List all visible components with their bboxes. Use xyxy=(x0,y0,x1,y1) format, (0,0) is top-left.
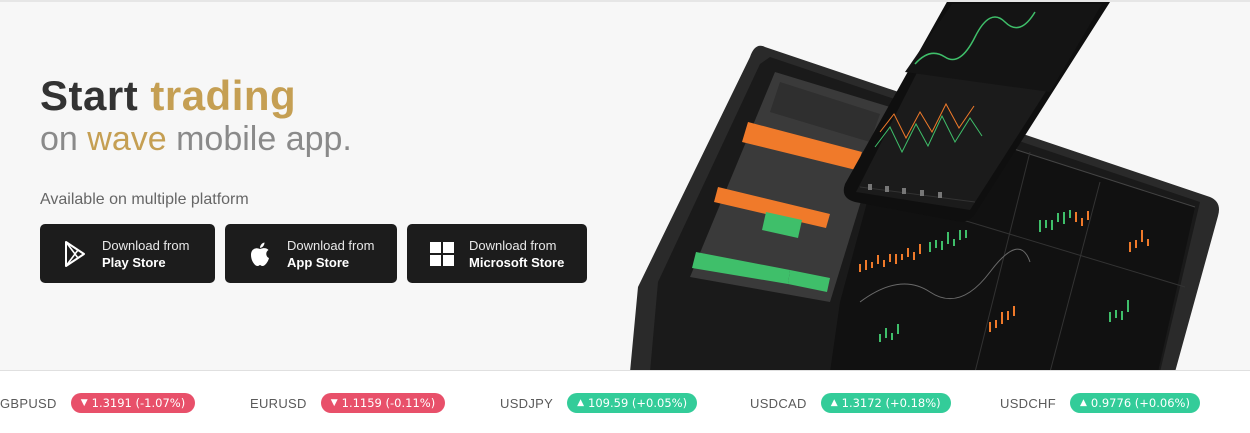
play-store-icon xyxy=(62,240,88,268)
price-change-value: 1.3172 (+0.18%) xyxy=(841,396,941,410)
up-arrow-icon: ▲ xyxy=(830,398,838,408)
title-text: Start xyxy=(40,72,151,119)
app-store-button[interactable]: Download from App Store xyxy=(225,224,397,283)
windows-icon xyxy=(429,240,455,268)
price-change-badge: ▼ 1.3191 (-1.07%) xyxy=(70,393,196,413)
microsoft-store-button[interactable]: Download from Microsoft Store xyxy=(407,224,587,283)
down-arrow-icon: ▼ xyxy=(80,398,88,408)
app-store-label: App Store xyxy=(287,254,350,270)
ticker-item[interactable]: USDCHF ▲ 0.9776 (+0.06%) xyxy=(1000,393,1200,413)
microsoft-store-label: Microsoft Store xyxy=(469,254,565,270)
up-arrow-icon: ▲ xyxy=(1079,398,1087,408)
headline: Start trading on wave mobile app. xyxy=(40,72,352,159)
price-change-value: 0.9776 (+0.06%) xyxy=(1090,396,1190,410)
play-store-button[interactable]: Download from Play Store xyxy=(40,224,215,283)
price-change-value: 1.3191 (-1.07%) xyxy=(91,396,186,410)
up-arrow-icon: ▲ xyxy=(577,398,585,408)
app-store-small-label: Download from xyxy=(287,237,375,253)
ticker-symbol: USDCHF xyxy=(1000,395,1056,411)
ticker-item[interactable]: USDJPY ▲ 109.59 (+0.05%) xyxy=(500,393,698,413)
ticker-symbol: EURUSD xyxy=(250,395,307,411)
price-ticker: GBPUSD ▼ 1.3191 (-1.07%) EURUSD ▼ 1.1159 (… xyxy=(0,370,1250,433)
download-buttons: Download from Play Store Download from A… xyxy=(40,224,587,283)
title-highlight: trading xyxy=(150,72,297,119)
hero-title: Start trading xyxy=(40,72,352,119)
play-store-label: Play Store xyxy=(102,254,166,270)
hero-subtitle: on wave mobile app. xyxy=(40,120,352,159)
ticker-symbol: USDCAD xyxy=(750,395,807,411)
ticker-symbol: GBPUSD xyxy=(0,395,57,411)
price-change-badge: ▲ 109.59 (+0.05%) xyxy=(567,393,698,413)
subtitle-text-end: mobile app. xyxy=(166,120,352,159)
subtitle-highlight: wave xyxy=(87,120,167,159)
price-change-value: 109.59 (+0.05%) xyxy=(588,396,688,410)
subtitle-text: on xyxy=(40,120,88,159)
hero-section: Start trading on wave mobile app. Availa… xyxy=(0,0,1250,370)
ticker-item[interactable]: GBPUSD ▼ 1.3191 (-1.07%) xyxy=(0,393,196,413)
price-change-badge: ▼ 1.1159 (-0.11%) xyxy=(320,393,446,413)
ticker-item[interactable]: EURUSD ▼ 1.1159 (-0.11%) xyxy=(250,393,446,413)
apple-icon xyxy=(247,240,273,268)
price-change-badge: ▲ 1.3172 (+0.18%) xyxy=(820,393,951,413)
microsoft-store-small-label: Download from xyxy=(469,237,557,253)
price-change-badge: ▲ 0.9776 (+0.06%) xyxy=(1069,393,1200,413)
available-platforms-text: Available on multiple platform xyxy=(40,191,249,208)
ticker-symbol: USDJPY xyxy=(500,395,554,411)
down-arrow-icon: ▼ xyxy=(330,398,338,408)
play-store-small-label: Download from xyxy=(102,237,190,253)
price-change-value: 1.1159 (-0.11%) xyxy=(341,396,436,410)
ticker-item[interactable]: USDCAD ▲ 1.3172 (+0.18%) xyxy=(750,393,951,413)
tablet-phone-illustration xyxy=(630,2,1219,370)
